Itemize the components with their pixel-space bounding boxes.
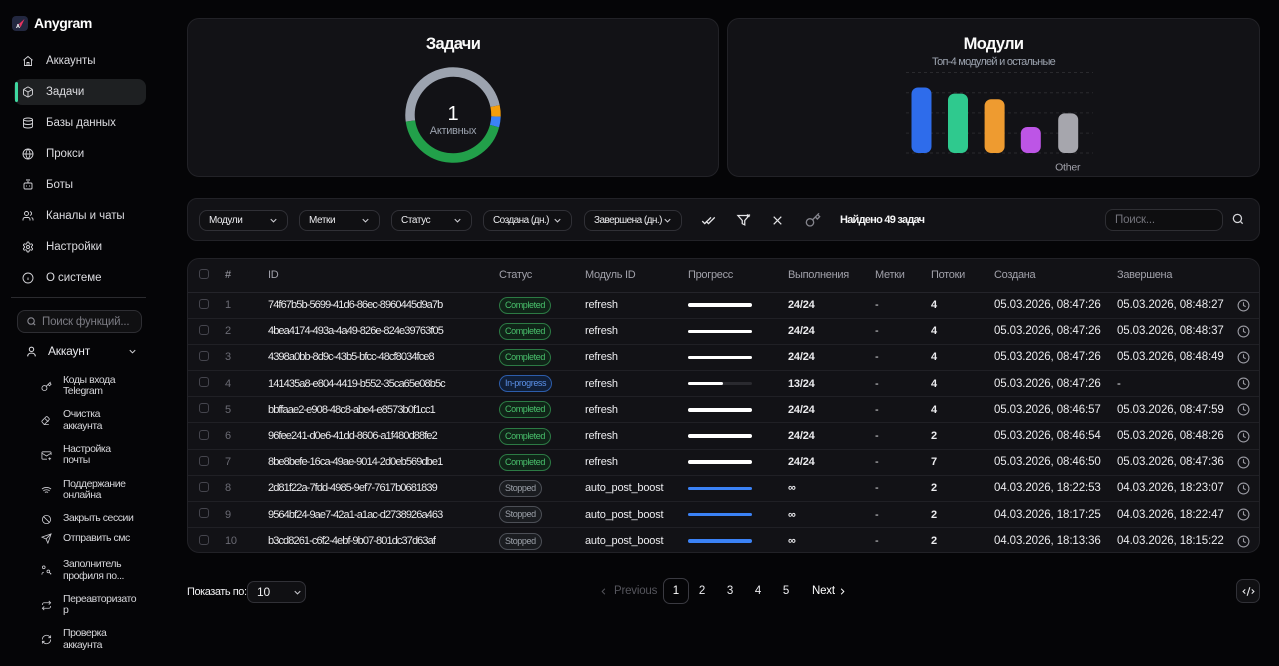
svg-text:Other: Other (1055, 162, 1081, 174)
svg-text:A: A (16, 24, 20, 29)
